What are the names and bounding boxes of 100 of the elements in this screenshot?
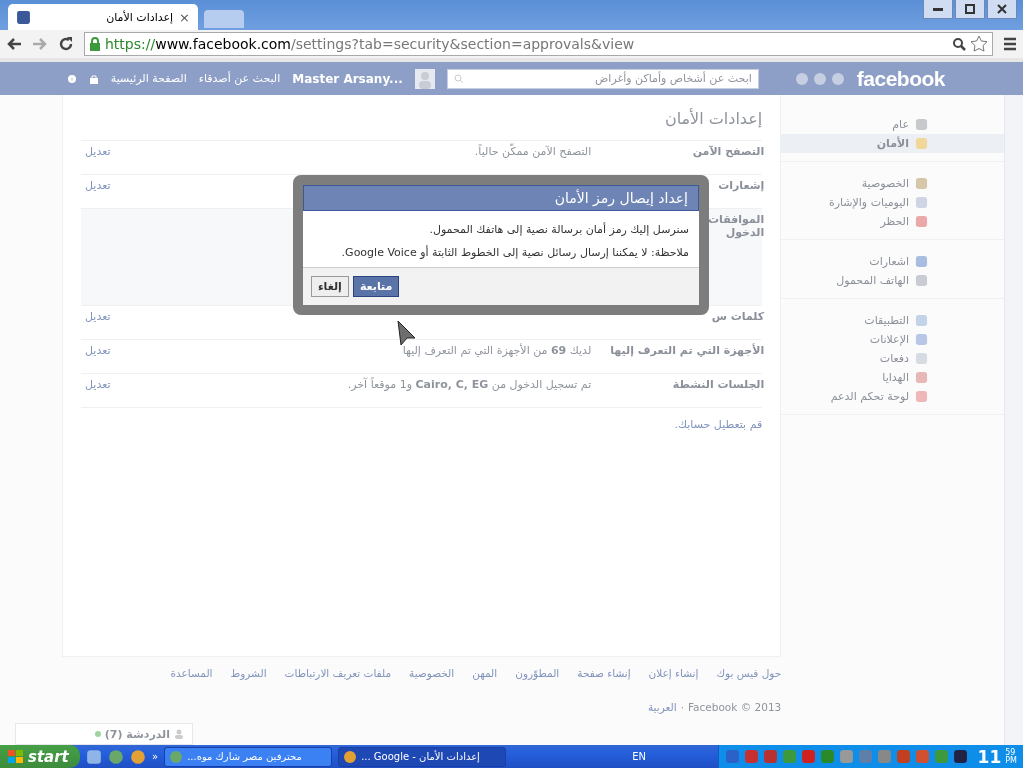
sidebar-item[interactable]: لوحة تحكم الدعم	[781, 387, 1004, 406]
sidebar-item[interactable]: اشعارات	[781, 252, 1004, 271]
close-button[interactable]	[987, 0, 1017, 19]
avatar-icon[interactable]	[414, 68, 435, 89]
dialog-title: إعداد إيصال رمز الأمان	[303, 185, 699, 211]
sidebar-item[interactable]: دفعات	[781, 349, 1004, 368]
footer-link[interactable]: ملفات تعريف الارتباطات	[284, 667, 392, 679]
dialog-text: سنرسل إليك رمز أمان برسالة نصية إلى هاتفك المحمول.	[428, 223, 689, 236]
mouse-cursor-icon	[397, 320, 417, 346]
footer-link[interactable]: الشروط	[230, 667, 267, 679]
tray-icon	[781, 749, 797, 764]
more-icon[interactable]: »	[152, 751, 159, 762]
lock-icon[interactable]	[88, 73, 99, 84]
copyright: Facebook © 2013	[688, 701, 782, 713]
tray-icon	[952, 749, 968, 764]
deactivate-link[interactable]: قم بتعطيل حسابك.	[81, 418, 763, 431]
tray-icon	[838, 749, 854, 764]
menu-item-icon	[915, 137, 928, 150]
taskbar-button[interactable]: محترفين مصر شارك موه...	[164, 746, 333, 767]
tray-icon	[876, 749, 892, 764]
tray-icon	[819, 749, 835, 764]
menu-item-icon	[915, 352, 928, 365]
edit-link[interactable]: تعديل	[85, 378, 111, 391]
footer-link[interactable]: حول فيس بوك	[716, 667, 782, 679]
language-link[interactable]: العربية	[647, 701, 677, 713]
sidebar-item[interactable]: الإعلانات	[781, 330, 1004, 349]
user-name[interactable]: Master Arsany...	[292, 71, 403, 86]
nav-link[interactable]: الصفحة الرئيسية	[110, 72, 187, 85]
menu-item-icon	[915, 390, 928, 403]
tray-icon	[933, 749, 949, 764]
tray-icon	[914, 749, 930, 764]
lock-icon	[89, 37, 101, 51]
edit-link[interactable]: تعديل	[85, 179, 111, 192]
search-icon	[453, 73, 464, 84]
sidebar-item[interactable]: الحظر	[781, 212, 1004, 231]
cancel-button[interactable]: إلغاء	[311, 276, 349, 297]
tray-icon	[895, 749, 911, 764]
menu-item-icon	[915, 314, 928, 327]
scrollbar[interactable]	[1004, 95, 1023, 745]
sidebar-item[interactable]: التطبيقات	[781, 311, 1004, 330]
edit-link[interactable]: تعديل	[85, 344, 111, 357]
browser-tab[interactable]: إعدادات الأمان ×	[8, 4, 198, 30]
footer-link[interactable]: المهن	[472, 667, 498, 679]
reload-icon[interactable]	[58, 36, 74, 52]
clock-hour: 11	[977, 746, 1002, 767]
footer-link[interactable]: الخصوصية	[409, 667, 455, 679]
sidebar-item[interactable]: الهاتف المحمول	[781, 271, 1004, 290]
menu-item-icon	[915, 274, 928, 287]
sidebar-item[interactable]: الأمان	[781, 134, 1004, 153]
row-label: الأجهزة التي تم التعرف إليها	[610, 344, 765, 357]
sidebar-item[interactable]: اليوميات والإشارة	[781, 193, 1004, 212]
minimize-icon	[933, 7, 943, 11]
search-field[interactable]: ابحث عن أشخاص وأماكن وأغراض	[446, 68, 759, 89]
footer-link[interactable]: المساعدة	[170, 667, 213, 679]
minimize-button[interactable]	[923, 0, 953, 19]
tray-icon	[800, 749, 816, 764]
edit-link[interactable]: تعديل	[85, 310, 111, 323]
close-icon[interactable]: ×	[179, 9, 190, 25]
windows-logo-icon	[8, 749, 24, 764]
nav-link[interactable]: البحث عن أصدقاء	[198, 72, 281, 85]
restore-button[interactable]	[955, 0, 985, 19]
row-label: التصفح الآمن	[692, 145, 765, 158]
menu-icon[interactable]	[1003, 37, 1017, 51]
facebook-logo[interactable]: facebook	[856, 66, 945, 91]
clock-period: PM	[1005, 756, 1017, 765]
restore-icon	[965, 4, 975, 14]
star-icon[interactable]	[970, 35, 988, 53]
tray-icon	[857, 749, 873, 764]
chat-bar[interactable]: الدردشة (7)	[15, 723, 193, 745]
language-indicator[interactable]: EN	[632, 751, 646, 762]
menu-item-icon	[915, 177, 928, 190]
footer-link[interactable]: إنشاء إعلان	[648, 667, 699, 679]
start-button[interactable]: start	[0, 745, 80, 768]
search-icon[interactable]	[952, 37, 966, 51]
settings-title: إعدادات الأمان	[81, 109, 763, 141]
row-label: إشعارات	[718, 179, 765, 192]
dialog-text: ملاحظة: لا يمكننا إرسال رسائل نصية إلى الخطوط الثابتة أو Google Voice.	[340, 246, 689, 259]
back-icon[interactable]	[6, 37, 22, 51]
tray-icon	[762, 749, 778, 764]
tray-icon	[724, 749, 740, 764]
address-field[interactable]: https://www.facebook.com/settings?tab=security&section=approvals&view	[84, 32, 993, 56]
menu-item-icon	[915, 255, 928, 268]
person-icon	[174, 729, 184, 739]
taskbar-button[interactable]: إعدادات الأمان - Google ...	[338, 746, 507, 767]
tray-icon	[743, 749, 759, 764]
forward-icon[interactable]	[32, 37, 48, 51]
row-label: الموافقات	[708, 213, 765, 226]
sidebar-item[interactable]: الهدايا	[781, 368, 1004, 387]
row-label: الدخول	[725, 226, 765, 239]
menu-item-icon	[915, 215, 928, 228]
separator: ·	[680, 701, 684, 713]
footer-link[interactable]: إنشاء صفحة	[577, 667, 631, 679]
sidebar-item[interactable]: الخصوصية	[781, 174, 1004, 193]
continue-button[interactable]: متابعة	[352, 276, 400, 297]
row-label: كلمات س	[711, 310, 765, 323]
clock-minute: 59	[1005, 748, 1017, 757]
row-label: الجلسات النشطة	[672, 378, 765, 391]
footer-link[interactable]: المطوّرون	[515, 667, 560, 679]
sidebar-item[interactable]: عام	[781, 115, 1004, 134]
edit-link[interactable]: تعديل	[85, 145, 111, 158]
